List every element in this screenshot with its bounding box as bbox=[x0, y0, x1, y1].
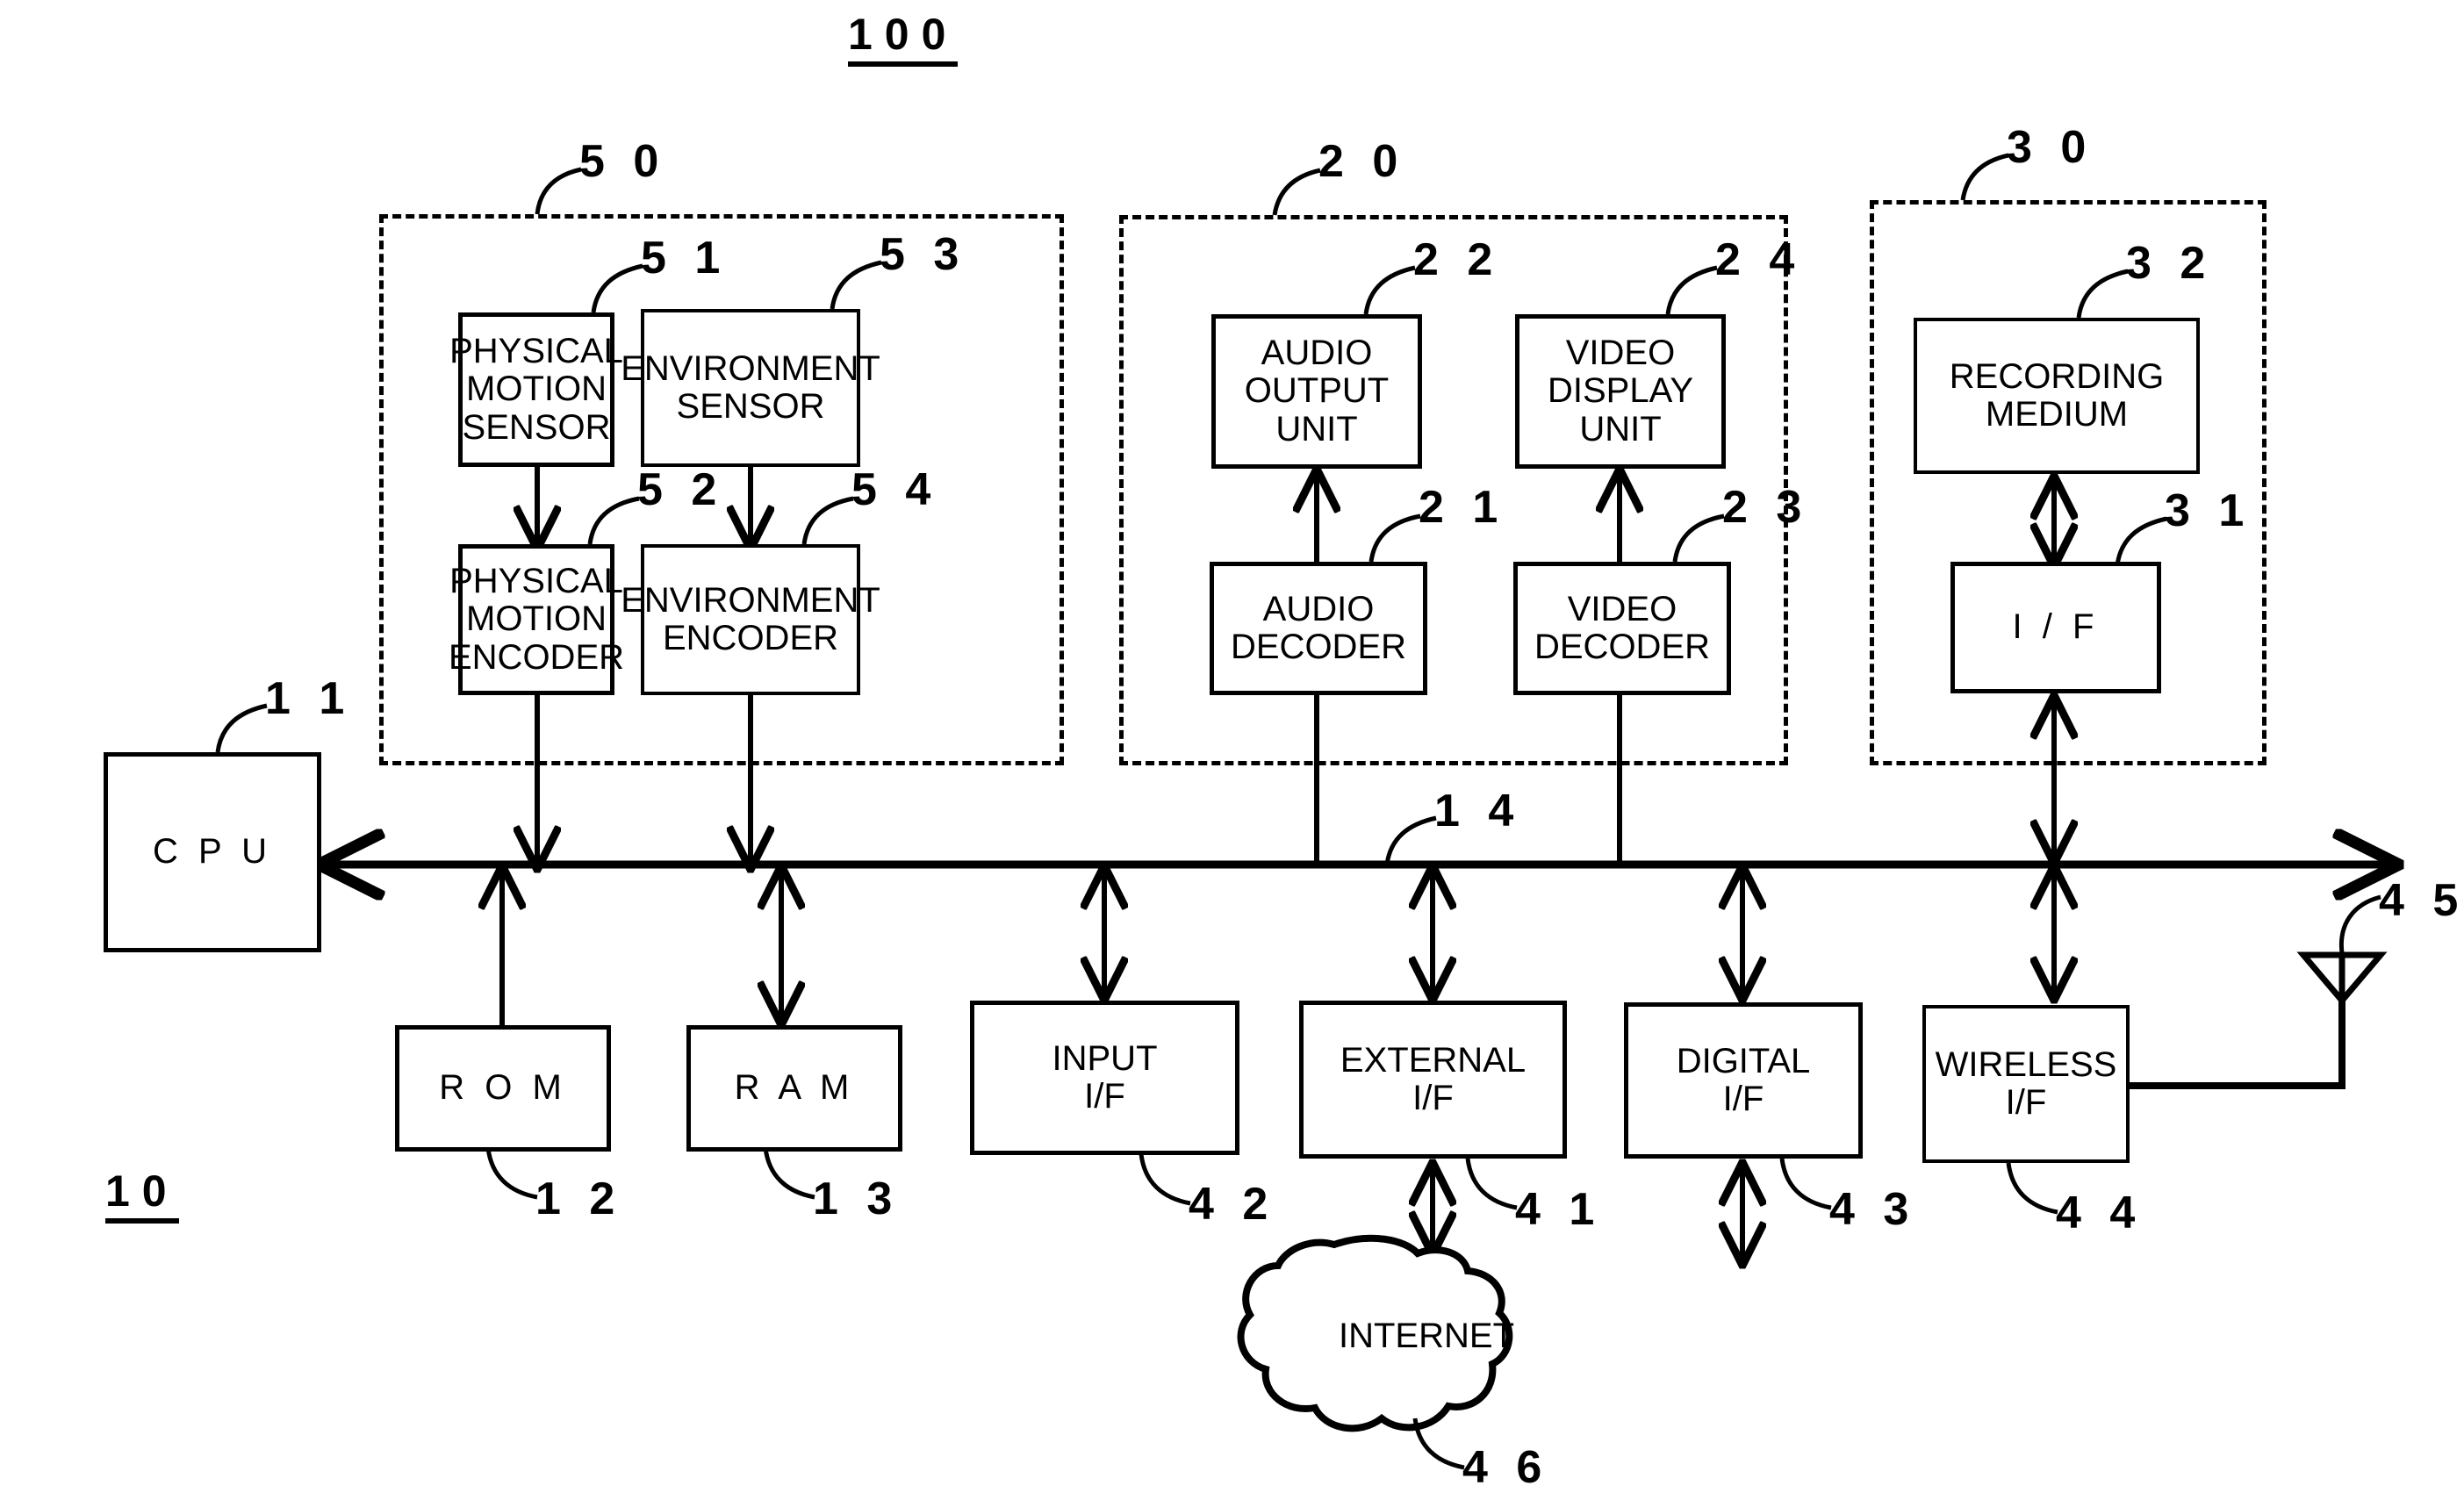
ref-recording-group: 3 0 bbox=[2007, 122, 2094, 173]
ref-environment-sensor: 5 3 bbox=[880, 229, 967, 280]
ref-video-decoder: 2 3 bbox=[1722, 482, 1810, 533]
ref-physical-motion-sensor: 5 1 bbox=[641, 233, 729, 283]
rom-label: R O M bbox=[439, 1068, 567, 1108]
recording-if-block[interactable]: I / F bbox=[1950, 562, 2161, 693]
wireless-if-block[interactable]: WIRELESS I/F bbox=[1922, 1005, 2130, 1163]
recording-medium-block[interactable]: RECORDING MEDIUM bbox=[1914, 318, 2200, 474]
digital-if-block[interactable]: DIGITAL I/F bbox=[1624, 1002, 1863, 1159]
ref-input-if: 4 2 bbox=[1189, 1179, 1276, 1230]
video-display-unit-label: VIDEO DISPLAY UNIT bbox=[1548, 334, 1693, 449]
audio-decoder-block[interactable]: AUDIO DECODER bbox=[1210, 562, 1427, 695]
recording-if-label: I / F bbox=[2012, 607, 2100, 647]
ref-physical-motion-encoder: 5 2 bbox=[637, 464, 725, 515]
ref-external-if: 4 1 bbox=[1515, 1184, 1603, 1235]
physical-motion-encoder-block[interactable]: PHYSICAL MOTION ENCODER bbox=[449, 544, 624, 695]
ref-digital-if: 4 3 bbox=[1829, 1184, 1917, 1235]
figure-system-number: 100 bbox=[848, 12, 959, 67]
ref-cpu: 1 1 bbox=[265, 673, 353, 724]
physical-motion-sensor-block[interactable]: PHYSICAL MOTION SENSOR bbox=[449, 312, 623, 467]
wireless-if-label: WIRELESS I/F bbox=[1935, 1044, 2117, 1122]
ref-antenna: 4 5 bbox=[2379, 875, 2464, 926]
ref-audio-output-unit: 2 2 bbox=[1413, 234, 1501, 285]
external-if-block[interactable]: EXTERNAL I/F bbox=[1299, 1001, 1567, 1159]
digital-if-label: DIGITAL I/F bbox=[1676, 1041, 1811, 1118]
environment-encoder-block[interactable]: ENVIRONMENT ENCODER bbox=[621, 544, 880, 695]
physical-motion-encoder-label: PHYSICAL MOTION ENCODER bbox=[448, 562, 625, 677]
external-if-label: EXTERNAL I/F bbox=[1340, 1040, 1527, 1117]
ref-internet: 4 6 bbox=[1462, 1442, 1550, 1493]
ref-wireless-if: 4 4 bbox=[2056, 1188, 2144, 1238]
video-decoder-label: VIDEO DECODER bbox=[1534, 589, 1711, 666]
environment-sensor-label: ENVIRONMENT SENSOR bbox=[621, 348, 880, 426]
video-display-unit-block[interactable]: VIDEO DISPLAY UNIT bbox=[1515, 314, 1726, 469]
input-if-block[interactable]: INPUT I/F bbox=[970, 1001, 1239, 1155]
ref-environment-encoder: 5 4 bbox=[851, 464, 939, 515]
cpu-block[interactable]: C P U bbox=[104, 752, 321, 952]
ref-recording-if: 3 1 bbox=[2165, 485, 2252, 536]
audio-output-unit-block[interactable]: AUDIO OUTPUT UNIT bbox=[1211, 314, 1422, 469]
rom-block[interactable]: R O M bbox=[395, 1025, 611, 1152]
ref-rom: 1 2 bbox=[535, 1173, 623, 1224]
environment-encoder-label: ENVIRONMENT ENCODER bbox=[621, 580, 880, 657]
audio-output-unit-label: AUDIO OUTPUT UNIT bbox=[1244, 334, 1390, 449]
ram-block[interactable]: R A M bbox=[686, 1025, 902, 1152]
input-if-label: INPUT I/F bbox=[1052, 1038, 1158, 1116]
ref-sensor-group: 5 0 bbox=[579, 136, 667, 187]
figure-device-number: 10 bbox=[105, 1169, 179, 1224]
antenna-icon bbox=[2296, 951, 2388, 1006]
ref-output-group: 2 0 bbox=[1318, 136, 1406, 187]
recording-medium-label: RECORDING MEDIUM bbox=[1949, 356, 2165, 434]
ref-bus: 1 4 bbox=[1434, 786, 1522, 836]
ref-recording-medium: 3 2 bbox=[2126, 238, 2214, 289]
internet-label: INTERNET bbox=[1339, 1317, 1514, 1355]
ref-video-display-unit: 2 4 bbox=[1715, 234, 1803, 285]
ram-label: R A M bbox=[734, 1068, 855, 1108]
physical-motion-sensor-label: PHYSICAL MOTION SENSOR bbox=[449, 332, 623, 447]
environment-sensor-block[interactable]: ENVIRONMENT SENSOR bbox=[621, 309, 880, 467]
cpu-label: C P U bbox=[153, 832, 272, 872]
figure-canvas: 100 10 5 0 2 0 3 0 PHYSICAL MOTION SENSO… bbox=[0, 0, 2464, 1500]
ref-ram: 1 3 bbox=[813, 1173, 901, 1224]
video-decoder-block[interactable]: VIDEO DECODER bbox=[1513, 562, 1731, 695]
audio-decoder-label: AUDIO DECODER bbox=[1230, 589, 1407, 666]
ref-audio-decoder: 2 1 bbox=[1419, 482, 1506, 533]
